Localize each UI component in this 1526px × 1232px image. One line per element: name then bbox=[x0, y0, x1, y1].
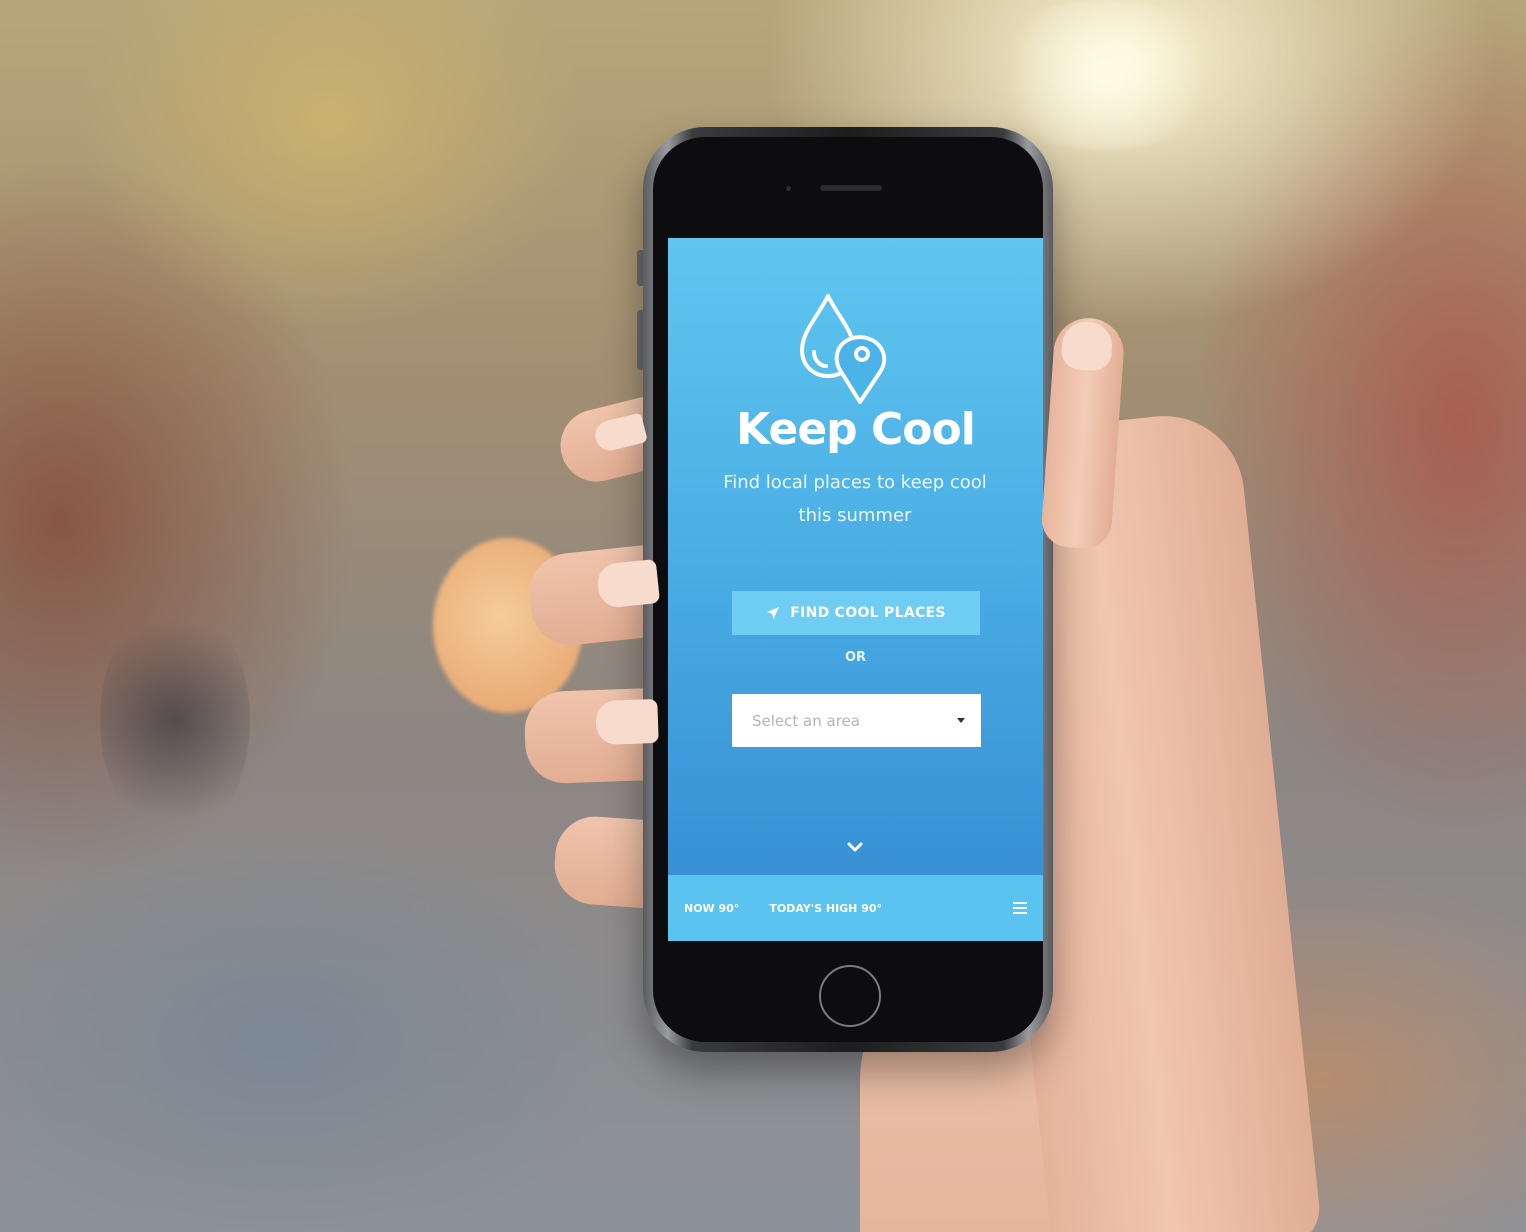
home-button[interactable] bbox=[819, 965, 881, 1027]
find-cool-places-button[interactable]: FIND COOL PLACES bbox=[732, 591, 980, 635]
area-select-placeholder: Select an area bbox=[752, 711, 860, 730]
app-screen: Keep Cool Find local places to keep cool… bbox=[668, 238, 1043, 941]
app-title: Keep Cool bbox=[736, 404, 976, 455]
background-blur-shape bbox=[100, 600, 250, 840]
front-camera bbox=[786, 186, 791, 191]
drop-pin-logo-icon bbox=[800, 294, 887, 404]
location-arrow-icon bbox=[766, 606, 780, 620]
find-cool-places-label: FIND COOL PLACES bbox=[790, 605, 946, 621]
hamburger-menu-icon[interactable] bbox=[1013, 902, 1027, 914]
chevron-down-icon[interactable] bbox=[844, 838, 866, 856]
earpiece bbox=[820, 185, 882, 191]
app-subtitle: Find local places to keep cool this summ… bbox=[723, 472, 987, 526]
caret-down-icon bbox=[957, 718, 965, 723]
fingernail bbox=[595, 558, 661, 610]
weather-bar: NOW 90° TODAY'S HIGH 90° bbox=[668, 875, 1043, 941]
current-temperature: NOW 90° bbox=[684, 901, 740, 915]
photo-background: Keep Cool Find local places to keep cool… bbox=[0, 0, 1526, 1232]
bokeh-light bbox=[980, 0, 1230, 150]
or-divider: OR bbox=[844, 650, 867, 665]
todays-high-temperature: TODAY'S HIGH 90° bbox=[769, 901, 883, 915]
area-select[interactable]: Select an area bbox=[732, 694, 981, 747]
fingernail bbox=[595, 698, 659, 746]
